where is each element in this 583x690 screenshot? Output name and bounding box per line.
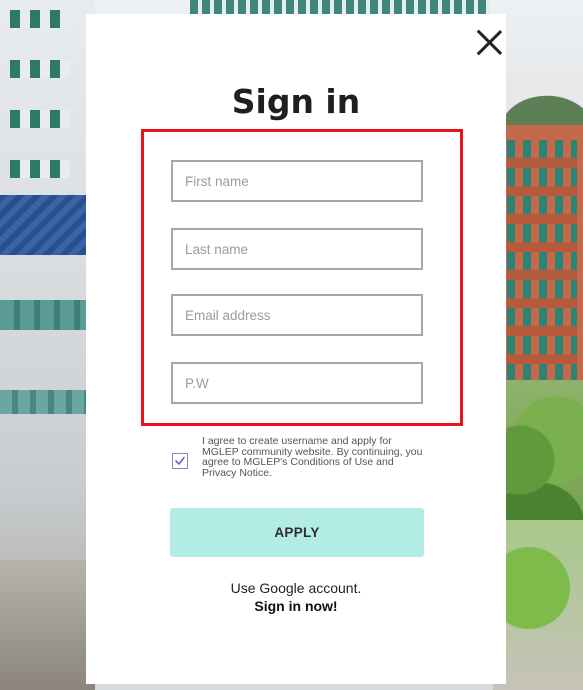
agreement-text: I agree to create username and apply for… xyxy=(202,435,423,479)
last-name-field[interactable] xyxy=(171,228,423,270)
apply-button[interactable]: APPLY xyxy=(170,508,424,557)
close-icon[interactable] xyxy=(474,27,504,57)
sign-in-now-link[interactable]: Sign in now! xyxy=(86,598,506,614)
top-building xyxy=(190,0,490,14)
password-field[interactable] xyxy=(171,362,423,404)
google-account-text: Use Google account. xyxy=(230,580,362,596)
first-name-field[interactable] xyxy=(171,160,423,202)
check-icon xyxy=(175,456,185,465)
left-building xyxy=(0,0,95,690)
email-field[interactable] xyxy=(171,294,423,336)
page-title: Sign in xyxy=(231,82,361,121)
right-building xyxy=(493,0,583,690)
agree-checkbox[interactable] xyxy=(172,453,188,469)
